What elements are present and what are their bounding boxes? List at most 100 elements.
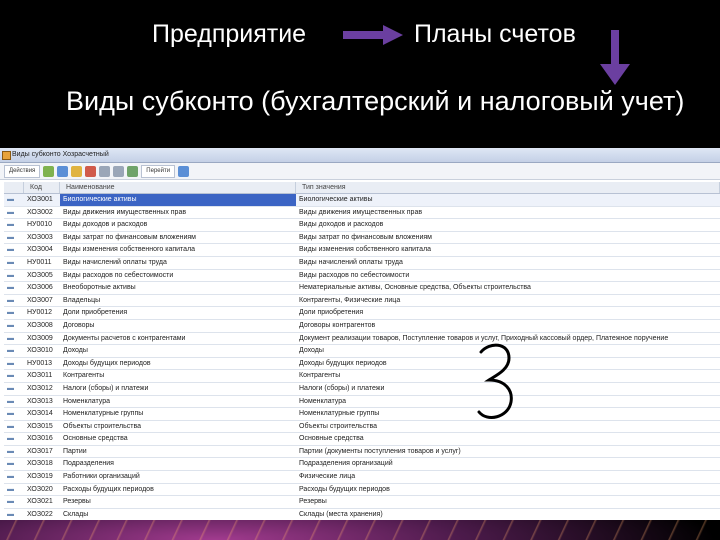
- row-code-cell: ХОЗ006: [27, 284, 53, 292]
- row-code-cell: ХОЗ014: [27, 410, 53, 418]
- table-row[interactable]: ▬ ХОЗ004 Виды изменения собственного капит…: [4, 244, 720, 257]
- row-type-icon: ▬: [7, 221, 14, 229]
- row-name-cell: Владельцы: [63, 296, 101, 304]
- copy-icon[interactable]: [57, 165, 69, 177]
- row-name-cell: Контрагенты: [63, 372, 105, 380]
- row-name-cell: Налоги (сборы) и платежи: [63, 384, 149, 392]
- table-row[interactable]: ▬ ХОЗ022 Склады Склады (места хранения): [4, 509, 720, 520]
- table-row[interactable]: ▬ ХОЗ003 Виды затрат по финансовым вложени…: [4, 232, 720, 245]
- charts-of-accounts-label: Планы счетов: [414, 20, 576, 48]
- table-row[interactable]: ▬ ХОЗ017 Партии Партии (документы поступлен…: [4, 446, 720, 459]
- row-code-cell: ХОЗ012: [27, 384, 53, 392]
- row-code-cell: ХОЗ002: [27, 208, 53, 216]
- row-code-cell: ХОЗ015: [27, 422, 53, 430]
- table-row[interactable]: ▬ ХОЗ007 Владельцы Контрагенты, Физические …: [4, 295, 720, 308]
- row-type-icon: ▬: [7, 233, 14, 241]
- row-code-cell: ХОЗ003: [27, 233, 53, 241]
- table-row[interactable]: ▬ ХОЗ005 Виды расходов по себестоимости Вид…: [4, 270, 720, 283]
- row-code-cell: ХОЗ004: [27, 246, 53, 254]
- delete-icon[interactable]: [85, 165, 97, 177]
- row-name-cell: Договоры: [63, 321, 95, 329]
- row-name-cell: Внеоборотные активы: [63, 284, 136, 292]
- table-row[interactable]: ▬ ХОЗ010 Доходы Доходы: [4, 345, 720, 358]
- row-code-cell: ХОЗ001: [27, 196, 53, 203]
- row-name-cell: Доли приобретения: [63, 309, 128, 317]
- header-name[interactable]: Наименование: [60, 182, 296, 193]
- table-row[interactable]: ▬ ХОЗ011 Контрагенты Контрагенты: [4, 370, 720, 383]
- subconto-table: Код Наименование Тип значения ▬ ХОЗ001 Био…: [4, 182, 720, 520]
- table-row[interactable]: ▬ ХОЗ009 Документы расчетов с контрагентам…: [4, 333, 720, 346]
- table-row[interactable]: ▬ НУ0012 Доли приобретения Доли приобретени…: [4, 307, 720, 320]
- row-code-cell: ХОЗ020: [27, 485, 53, 493]
- toolbar: Действия Перейти: [0, 163, 720, 180]
- row-type-icon: ▬: [7, 372, 14, 380]
- table-row[interactable]: ▬ ХОЗ002 Виды движения имущественных прав В…: [4, 207, 720, 220]
- row-value-type-cell: Биологические активы: [299, 196, 373, 203]
- table-row[interactable]: ▬ ХОЗ018 Подразделения Подразделения органи…: [4, 458, 720, 472]
- refresh-icon[interactable]: [127, 165, 139, 177]
- help-icon[interactable]: [178, 165, 190, 177]
- table-row[interactable]: ▬ ХОЗ014 Номенклатурные группы Номенклатурн…: [4, 408, 720, 421]
- enterprise-label: Предприятие: [152, 20, 307, 48]
- table-row[interactable]: ▬ ХОЗ015 Объекты строительства Объекты стро…: [4, 421, 720, 434]
- table-row[interactable]: ▬ НУ0011 Виды начислений оплаты труда Виды …: [4, 257, 720, 270]
- row-code-cell: ХОЗ022: [27, 510, 53, 518]
- header-icon-column: [4, 182, 24, 193]
- row-value-type-cell: Резервы: [299, 498, 327, 506]
- table-row[interactable]: ▬ ХОЗ006 Внеоборотные активы Нематериальные…: [4, 282, 720, 295]
- row-name-cell: Резервы: [63, 498, 91, 506]
- row-value-type-cell: Виды доходов и расходов: [299, 221, 384, 229]
- subconto-window: Виды субконто Хозрасчетный Действия Пере…: [0, 148, 720, 520]
- row-name-cell: Виды доходов и расходов: [63, 221, 148, 229]
- row-type-icon: ▬: [7, 246, 14, 254]
- table-row[interactable]: ▬ ХОЗ019 Работники организаций Физические л…: [4, 471, 720, 484]
- row-value-type-cell: Виды движения имущественных прав: [299, 208, 423, 216]
- row-type-icon: ▬: [7, 321, 14, 329]
- row-type-icon: ▬: [7, 284, 14, 292]
- edit-icon[interactable]: [71, 165, 83, 177]
- row-type-icon: ▬: [7, 410, 14, 418]
- window-titlebar: Виды субконто Хозрасчетный: [0, 148, 720, 163]
- row-type-icon: ▬: [7, 460, 14, 468]
- row-name-cell: Виды начислений оплаты труда: [63, 258, 167, 266]
- row-name-cell: Основные средства: [63, 435, 128, 443]
- header-code[interactable]: Код: [24, 182, 60, 193]
- sort-icon[interactable]: [113, 165, 125, 177]
- goto-menu-button[interactable]: Перейти: [141, 164, 176, 178]
- row-code-cell: ХОЗ018: [27, 460, 53, 468]
- window-title: Виды субконто Хозрасчетный: [12, 151, 109, 158]
- row-value-type-cell: Виды затрат по финансовым вложениям: [299, 233, 432, 241]
- table-row[interactable]: ▬ ХОЗ008 Договоры Договоры контрагентов: [4, 320, 720, 333]
- filter-icon[interactable]: [99, 165, 111, 177]
- row-code-cell: ХОЗ013: [27, 397, 53, 405]
- app-icon: [2, 151, 11, 160]
- row-type-icon: ▬: [7, 435, 14, 443]
- row-name-cell: Доходы будущих периодов: [63, 359, 151, 367]
- row-code-cell: НУ0012: [27, 309, 53, 317]
- row-value-type-cell: Основные средства: [299, 435, 364, 443]
- row-type-icon: ▬: [7, 447, 14, 455]
- row-type-icon: ▬: [7, 334, 14, 342]
- header-value-type[interactable]: Тип значения: [296, 182, 720, 193]
- row-code-cell: ХОЗ007: [27, 296, 53, 304]
- row-type-icon: ▬: [7, 208, 14, 216]
- table-row[interactable]: ▬ ХОЗ021 Резервы Резервы: [4, 496, 720, 509]
- table-row[interactable]: ▬ ХОЗ013 Номенклатура Номенклатура: [4, 396, 720, 409]
- row-type-icon: ▬: [7, 296, 14, 304]
- table-row[interactable]: ▬ ХОЗ016 Основные средства Основные средств…: [4, 433, 720, 446]
- row-value-type-cell: Нематериальные активы, Основные средства…: [299, 284, 531, 292]
- row-name-cell: Доходы: [63, 347, 88, 355]
- row-code-cell: НУ0013: [27, 359, 53, 367]
- add-icon[interactable]: [43, 165, 55, 177]
- table-row[interactable]: ▬ НУ0010 Виды доходов и расходов Виды доход…: [4, 219, 720, 232]
- table-row[interactable]: ▬ ХОЗ012 Налоги (сборы) и платежи Налоги (с…: [4, 383, 720, 396]
- actions-menu-button[interactable]: Действия: [4, 164, 41, 178]
- row-name-cell: Виды затрат по финансовым вложениям: [63, 233, 196, 241]
- row-code-cell: ХОЗ021: [27, 498, 53, 506]
- table-row[interactable]: ▬ НУ0013 Доходы будущих периодов Доходы буд…: [4, 358, 720, 371]
- table-row[interactable]: ▬ ХОЗ001 Биологические активы Биологические…: [4, 194, 720, 207]
- table-row[interactable]: ▬ ХОЗ020 Расходы будущих периодов Расходы б…: [4, 484, 720, 497]
- handwritten-three: [477, 343, 513, 419]
- row-name-cell: Склады: [63, 510, 89, 518]
- row-code-cell: НУ0011: [27, 258, 52, 266]
